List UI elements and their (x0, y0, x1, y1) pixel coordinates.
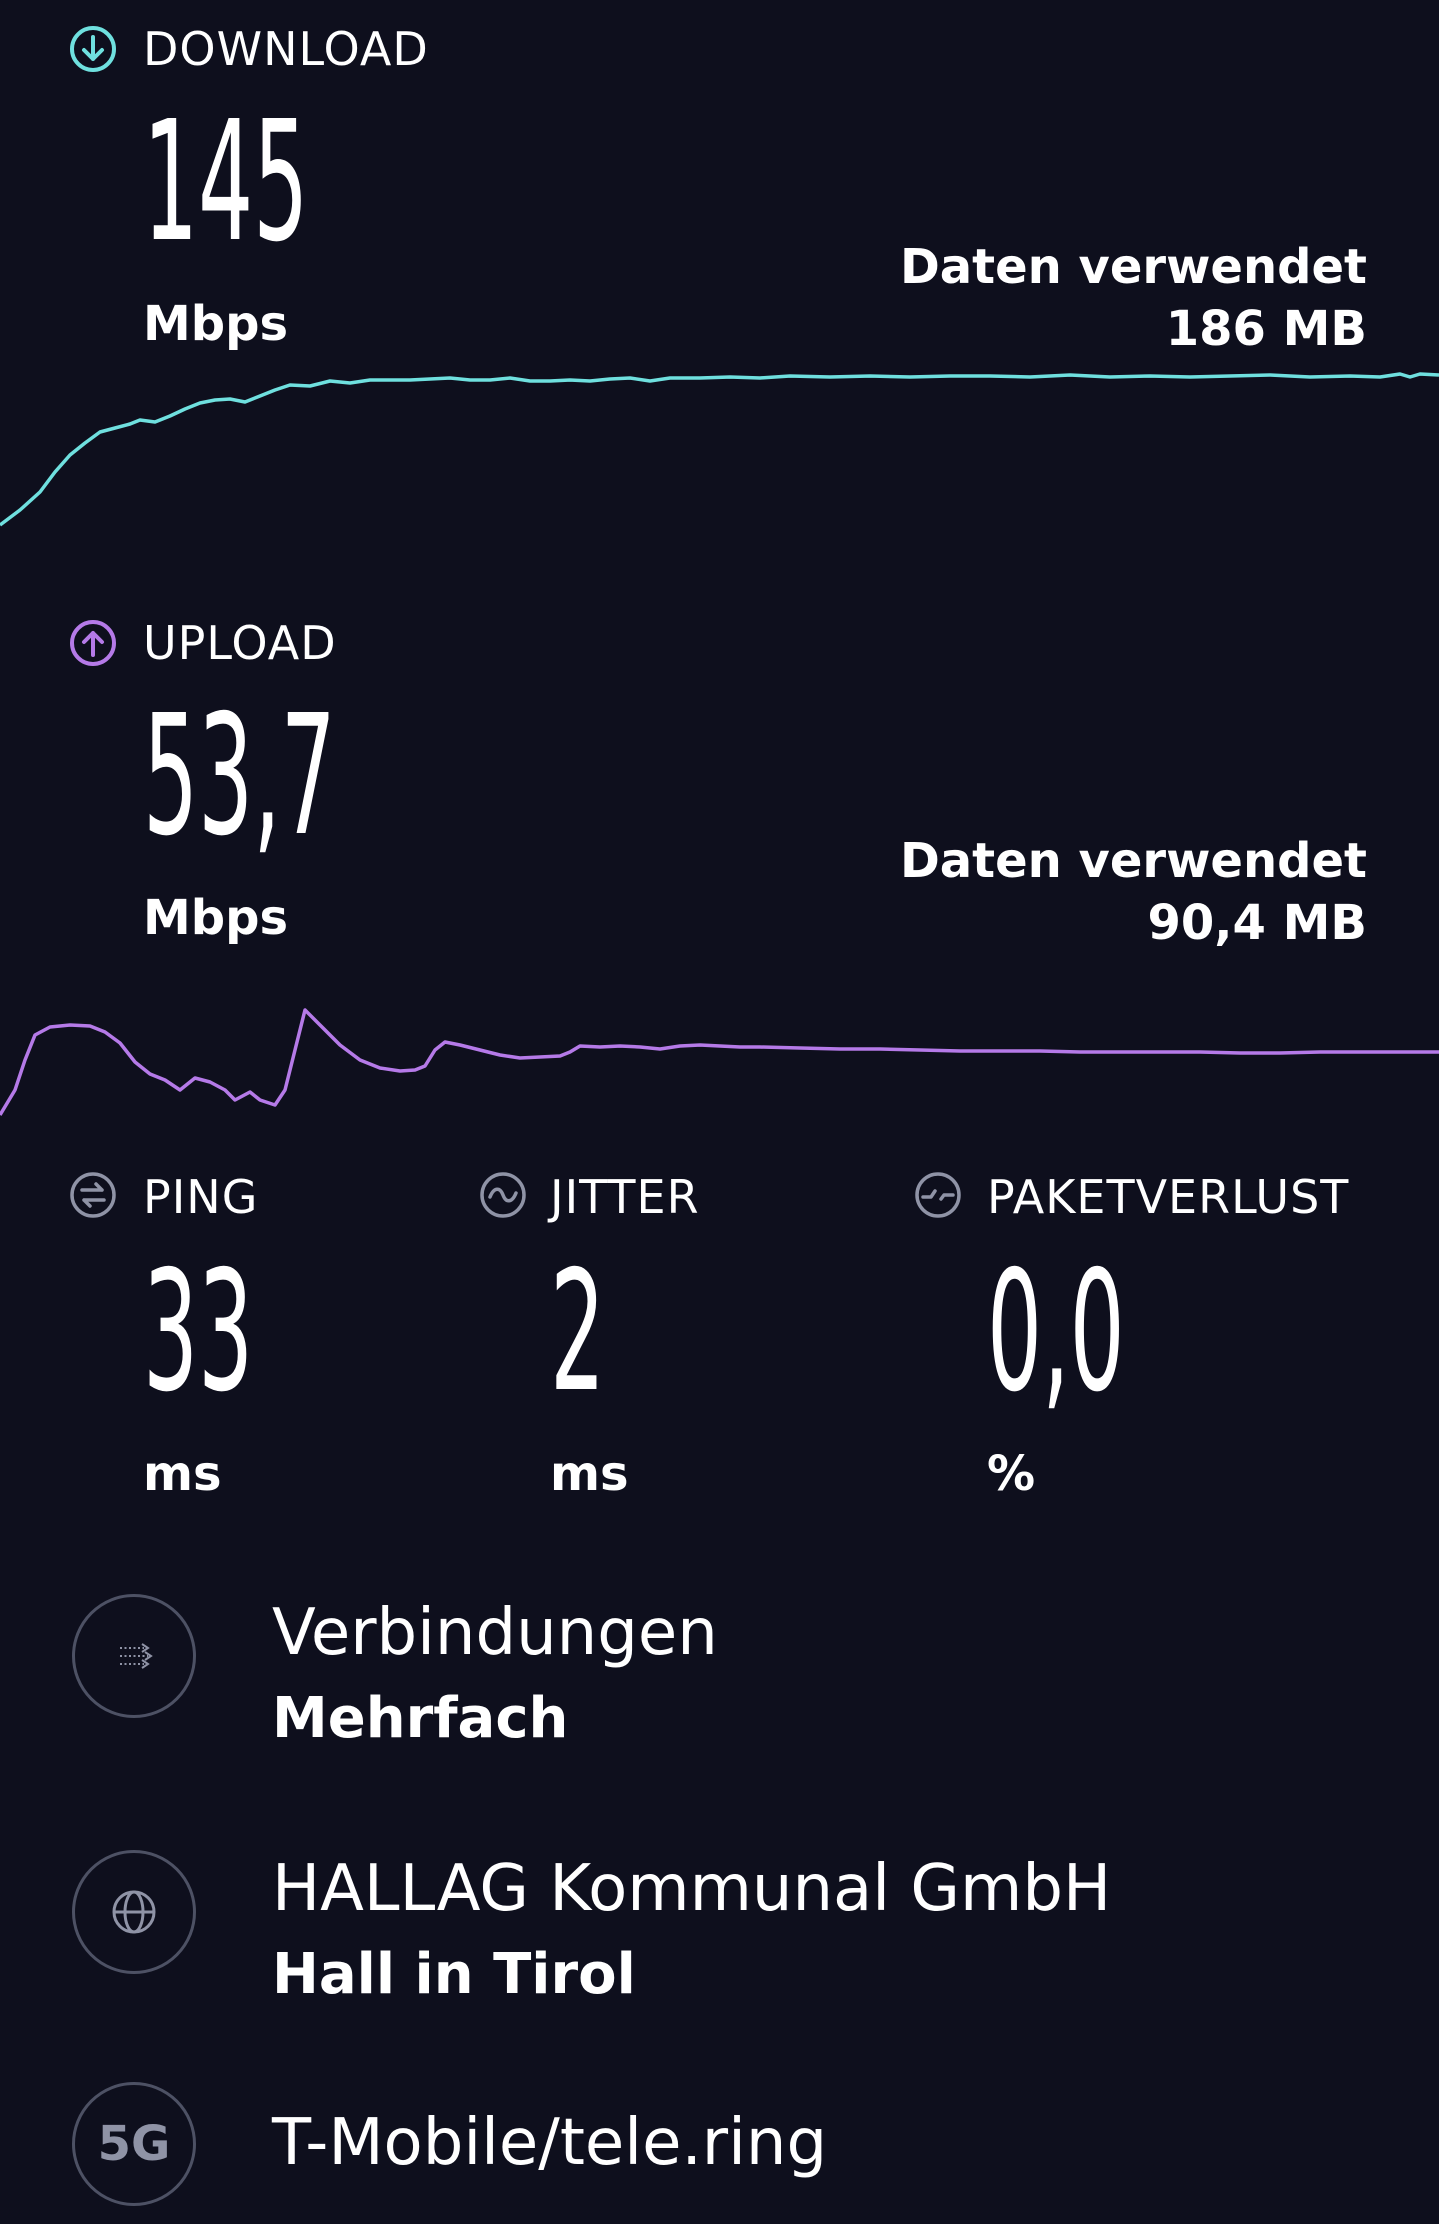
jitter-metric: JITTER 2 ms (470, 1160, 870, 1502)
ping-icon (70, 1172, 116, 1218)
packet-loss-icon (915, 1172, 961, 1218)
upload-data-used: Daten verwendet 90,4 MB (900, 830, 1367, 954)
jitter-value: 2 (550, 1236, 606, 1429)
upload-label: UPLOAD (143, 616, 337, 670)
5g-icon-text: 5G (97, 2116, 171, 2172)
carrier-title: T-Mobile/tele.ring (272, 2106, 828, 2180)
upload-unit: Mbps (143, 890, 289, 946)
upload-data-used-value: 90,4 MB (1147, 895, 1368, 951)
ping-unit: ms (143, 1446, 222, 1502)
jitter-icon (480, 1172, 526, 1218)
upload-speed-graph (0, 1008, 1439, 1116)
upload-section: UPLOAD 53,7 Mbps Daten verwendet 90,4 MB (0, 600, 1439, 1140)
globe-icon (72, 1850, 196, 1974)
jitter-unit: ms (550, 1446, 629, 1502)
server-row[interactable]: HALLAG Kommunal GmbH Hall in Tirol (0, 1846, 1439, 2016)
carrier-row[interactable]: 5G T-Mobile/tele.ring (0, 2082, 1439, 2224)
5g-icon: 5G (72, 2082, 196, 2206)
connections-row[interactable]: Verbindungen Mehrfach (0, 1590, 1439, 1760)
download-data-used-label: Daten verwendet (899, 239, 1367, 295)
packet-loss-label: PAKETVERLUST (987, 1170, 1350, 1224)
packet-loss-value: 0,0 (987, 1236, 1125, 1429)
ping-metric: PING 33 ms (0, 1160, 400, 1502)
connections-subtitle: Mehrfach (272, 1686, 569, 1751)
download-section: DOWNLOAD 145 Mbps Daten verwendet 186 MB (0, 0, 1439, 560)
jitter-label: JITTER (550, 1170, 700, 1224)
packet-loss-metric: PAKETVERLUST 0,0 % (905, 1160, 1425, 1502)
packet-loss-unit: % (987, 1446, 1036, 1502)
upload-icon (70, 620, 116, 666)
server-title: HALLAG Kommunal GmbH (272, 1852, 1112, 1926)
download-speed-graph (0, 372, 1439, 527)
upload-value: 53,7 (143, 680, 336, 873)
server-subtitle: Hall in Tirol (272, 1942, 636, 2007)
upload-data-used-label: Daten verwendet (899, 833, 1367, 889)
download-label: DOWNLOAD (143, 22, 429, 76)
ping-label: PING (143, 1170, 259, 1224)
ping-value: 33 (143, 1236, 254, 1429)
connections-icon (72, 1594, 196, 1718)
download-icon (70, 26, 116, 72)
connections-title: Verbindungen (272, 1596, 718, 1670)
download-value: 145 (143, 86, 309, 279)
